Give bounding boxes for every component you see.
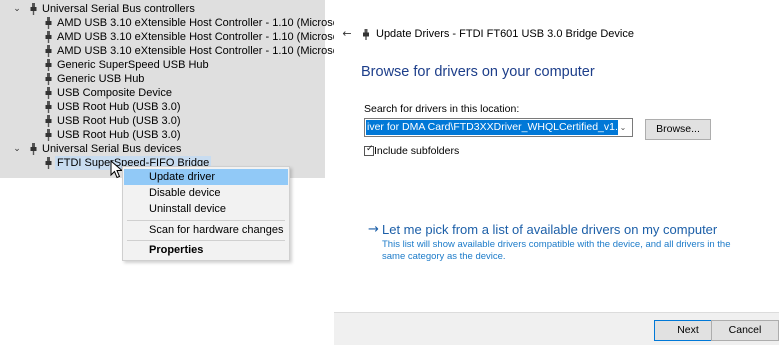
usb-plug-icon xyxy=(30,143,37,155)
menu-item-label: Update driver xyxy=(149,171,216,183)
usb-plug-icon xyxy=(45,87,52,99)
tree-item-label: AMD USB 3.10 eXtensible Host Controller … xyxy=(57,45,349,57)
menu-item-label: Uninstall device xyxy=(149,203,227,215)
usb-plug-icon xyxy=(45,45,52,57)
tree-item-label: USB Root Hub (USB 3.0) xyxy=(57,129,181,141)
tree-item-label: Universal Serial Bus devices xyxy=(42,143,182,155)
usb-plug-icon xyxy=(30,3,37,15)
usb-plug-icon xyxy=(45,73,52,85)
usb-plug-icon xyxy=(45,115,52,127)
tree-item-label: USB Composite Device xyxy=(57,87,172,99)
checkmark-icon: ✓ xyxy=(366,144,374,154)
usb-device-icon xyxy=(363,29,369,40)
menu-separator xyxy=(127,220,285,221)
back-arrow-icon[interactable]: ← xyxy=(340,27,354,41)
menu-item-label: Properties xyxy=(149,244,204,256)
pick-from-list-link[interactable]: Let me pick from a list of available dri… xyxy=(382,222,717,237)
menu-item-properties[interactable]: Properties xyxy=(124,242,288,258)
usb-plug-icon xyxy=(45,101,52,113)
usb-plug-icon xyxy=(45,157,52,169)
driver-path-input[interactable]: iver for DMA Card\FTD3XXDriver_WHQLCerti… xyxy=(366,120,618,135)
usb-plug-icon xyxy=(45,31,52,43)
tree-item-label: USB Root Hub (USB 3.0) xyxy=(57,115,181,127)
chevron-down-icon[interactable]: ⌄ xyxy=(12,142,22,156)
cancel-button[interactable]: Cancel xyxy=(711,320,779,341)
checkbox-box[interactable]: ✓ xyxy=(364,144,374,156)
dialog-title: Update Drivers - FTDI FT601 USB 3.0 Brid… xyxy=(376,28,634,40)
page-heading: Browse for drivers on your computer xyxy=(361,64,595,80)
usb-plug-icon xyxy=(45,17,52,29)
tree-item-label: AMD USB 3.10 eXtensible Host Controller … xyxy=(57,31,349,43)
dialog-footer: Next Cancel xyxy=(334,312,779,345)
tree-item-label: AMD USB 3.10 eXtensible Host Controller … xyxy=(57,17,349,29)
tree-item-label: Universal Serial Bus controllers xyxy=(42,3,195,15)
menu-item-label: Disable device xyxy=(149,187,221,199)
tree-item-label: USB Root Hub (USB 3.0) xyxy=(57,101,181,113)
tree-item-label: Generic USB Hub xyxy=(57,73,145,85)
tree-item-label: Generic SuperSpeed USB Hub xyxy=(57,59,209,71)
chevron-down-icon[interactable]: ⌄ xyxy=(12,2,22,16)
update-drivers-dialog: ← Update Drivers - FTDI FT601 USB 3.0 Br… xyxy=(334,0,779,345)
include-subfolders-label[interactable]: Include subfolders xyxy=(374,145,459,157)
browse-button[interactable]: Browse... xyxy=(645,119,711,140)
chevron-down-icon[interactable]: ⌄ xyxy=(617,120,629,135)
menu-item-disable-device[interactable]: Disable device xyxy=(124,185,288,201)
driver-path-combobox[interactable]: iver for DMA Card\FTD3XXDriver_WHQLCerti… xyxy=(364,118,633,137)
menu-item-update-driver[interactable]: Update driver xyxy=(124,169,288,185)
context-menu: Update driver Disable device Uninstall d… xyxy=(122,166,290,261)
search-location-label: Search for drivers in this location: xyxy=(364,103,520,115)
menu-item-uninstall-device[interactable]: Uninstall device xyxy=(124,201,288,217)
menu-separator xyxy=(127,240,285,241)
menu-item-scan-hardware[interactable]: Scan for hardware changes xyxy=(124,222,288,238)
usb-plug-icon xyxy=(45,129,52,141)
pick-from-list-description: This list will show available drivers co… xyxy=(382,239,731,262)
menu-item-label: Scan for hardware changes xyxy=(149,224,284,236)
device-tree: ⌄ Universal Serial Bus controllers AMD U… xyxy=(0,0,349,178)
arrow-right-icon[interactable]: → xyxy=(368,222,379,237)
usb-plug-icon xyxy=(45,59,52,71)
